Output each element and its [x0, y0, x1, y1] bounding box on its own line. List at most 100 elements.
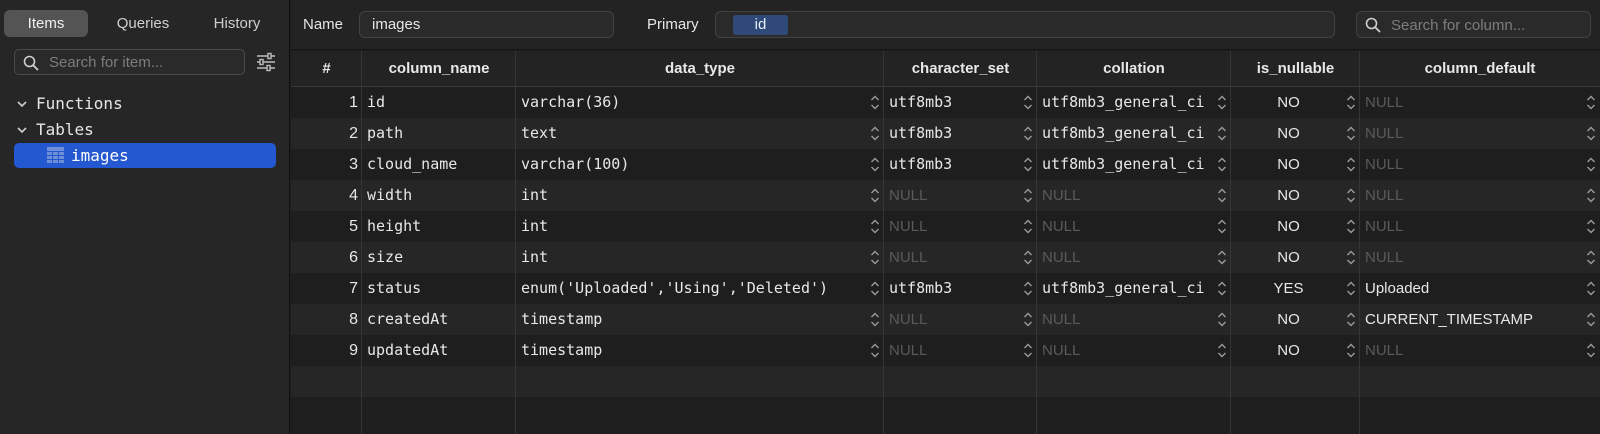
stepper-icon[interactable]	[870, 342, 880, 359]
stepper-icon[interactable]	[1346, 156, 1356, 173]
stepper-icon[interactable]	[1217, 311, 1227, 328]
cell-data-type[interactable]: enum('Uploaded','Using','Deleted')	[521, 273, 867, 304]
stepper-icon[interactable]	[1586, 125, 1596, 142]
cell-column-default[interactable]: NULL	[1365, 87, 1583, 118]
table-row[interactable]: 7 status enum('Uploaded','Using','Deleted'…	[291, 273, 1600, 304]
stepper-icon[interactable]	[870, 187, 880, 204]
stepper-icon[interactable]	[1346, 342, 1356, 359]
cell-column-default[interactable]: NULL	[1365, 242, 1583, 273]
cell-column-default[interactable]: NULL	[1365, 180, 1583, 211]
table-row[interactable]: 6 size int NULL NULL NO NULL	[291, 242, 1600, 273]
primary-key-field[interactable]: id	[715, 11, 1335, 38]
cell-data-type[interactable]: int	[521, 242, 867, 273]
cell-column-name[interactable]: height	[367, 211, 499, 242]
table-row[interactable]: 3 cloud_name varchar(100) utf8mb3 utf8mb3_ge…	[291, 149, 1600, 180]
cell-column-name[interactable]: createdAt	[367, 304, 499, 335]
stepper-icon[interactable]	[1346, 94, 1356, 111]
cell-is-nullable[interactable]: NO	[1231, 87, 1346, 118]
cell-column-default[interactable]: NULL	[1365, 118, 1583, 149]
stepper-icon[interactable]	[870, 94, 880, 111]
tab-queries[interactable]: Queries	[96, 10, 190, 37]
stepper-icon[interactable]	[1586, 218, 1596, 235]
column-header-collation[interactable]: collation	[1037, 51, 1231, 87]
cell-collation[interactable]: NULL	[1042, 304, 1214, 335]
stepper-icon[interactable]	[1023, 249, 1033, 266]
cell-collation[interactable]: utf8mb3_general_ci	[1042, 273, 1214, 304]
column-header-index[interactable]: #	[291, 51, 362, 87]
cell-column-name[interactable]: cloud_name	[367, 149, 499, 180]
tab-history[interactable]: History	[190, 10, 284, 37]
cell-column-default[interactable]: NULL	[1365, 149, 1583, 180]
cell-column-name[interactable]: path	[367, 118, 499, 149]
stepper-icon[interactable]	[870, 311, 880, 328]
stepper-icon[interactable]	[1346, 218, 1356, 235]
tree-item-images[interactable]: images	[14, 143, 276, 168]
cell-is-nullable[interactable]: NO	[1231, 149, 1346, 180]
column-header-column-name[interactable]: column_name	[362, 51, 516, 87]
cell-column-name[interactable]: width	[367, 180, 499, 211]
sliders-icon[interactable]	[256, 52, 276, 72]
cell-column-default[interactable]: NULL	[1365, 211, 1583, 242]
cell-data-type[interactable]: int	[521, 211, 867, 242]
cell-column-name[interactable]: updatedAt	[367, 335, 499, 366]
cell-data-type[interactable]: int	[521, 180, 867, 211]
chevron-down-icon[interactable]	[16, 124, 28, 136]
table-row[interactable]: 4 width int NULL NULL NO NULL	[291, 180, 1600, 211]
stepper-icon[interactable]	[1586, 342, 1596, 359]
stepper-icon[interactable]	[870, 249, 880, 266]
stepper-icon[interactable]	[870, 156, 880, 173]
table-row[interactable]: 2 path text utf8mb3 utf8mb3_general_ci NO NULL	[291, 118, 1600, 149]
stepper-icon[interactable]	[1217, 125, 1227, 142]
cell-character-set[interactable]: utf8mb3	[889, 149, 1020, 180]
cell-character-set[interactable]: utf8mb3	[889, 87, 1020, 118]
cell-is-nullable[interactable]: NO	[1231, 304, 1346, 335]
cell-character-set[interactable]: NULL	[889, 180, 1020, 211]
cell-character-set[interactable]: utf8mb3	[889, 118, 1020, 149]
cell-collation[interactable]: NULL	[1042, 211, 1214, 242]
tree-item-functions[interactable]: Functions	[14, 91, 276, 116]
cell-column-default[interactable]: NULL	[1365, 335, 1583, 366]
stepper-icon[interactable]	[1217, 218, 1227, 235]
cell-is-nullable[interactable]: NO	[1231, 211, 1346, 242]
stepper-icon[interactable]	[1346, 125, 1356, 142]
stepper-icon[interactable]	[1586, 187, 1596, 204]
cell-column-default[interactable]: Uploaded	[1365, 273, 1583, 304]
cell-data-type[interactable]: text	[521, 118, 867, 149]
column-header-column-default[interactable]: column_default	[1360, 51, 1600, 87]
cell-data-type[interactable]: varchar(100)	[521, 149, 867, 180]
column-divider[interactable]	[883, 51, 884, 434]
cell-column-default[interactable]: CURRENT_TIMESTAMP	[1365, 304, 1583, 335]
cell-is-nullable[interactable]: NO	[1231, 335, 1346, 366]
cell-column-name[interactable]: size	[367, 242, 499, 273]
stepper-icon[interactable]	[1346, 187, 1356, 204]
stepper-icon[interactable]	[1217, 187, 1227, 204]
cell-collation[interactable]: NULL	[1042, 335, 1214, 366]
sidebar-search-input[interactable]	[49, 52, 239, 72]
stepper-icon[interactable]	[870, 280, 880, 297]
stepper-icon[interactable]	[870, 218, 880, 235]
cell-character-set[interactable]: NULL	[889, 335, 1020, 366]
table-row[interactable]: 9 updatedAt timestamp NULL NULL NO NULL	[291, 335, 1600, 366]
stepper-icon[interactable]	[1023, 125, 1033, 142]
table-row[interactable]: 8 createdAt timestamp NULL NULL NO CURRENT_TIM…	[291, 304, 1600, 335]
stepper-icon[interactable]	[1023, 342, 1033, 359]
cell-column-name[interactable]: id	[367, 87, 499, 118]
column-divider[interactable]	[1359, 51, 1360, 434]
stepper-icon[interactable]	[1586, 249, 1596, 266]
cell-data-type[interactable]: varchar(36)	[521, 87, 867, 118]
cell-character-set[interactable]: NULL	[889, 211, 1020, 242]
stepper-icon[interactable]	[1217, 156, 1227, 173]
cell-is-nullable[interactable]: NO	[1231, 180, 1346, 211]
tree-item-tables[interactable]: Tables	[14, 117, 276, 142]
stepper-icon[interactable]	[1023, 280, 1033, 297]
cell-collation[interactable]: utf8mb3_general_ci	[1042, 118, 1214, 149]
column-divider[interactable]	[361, 51, 362, 434]
cell-is-nullable[interactable]: NO	[1231, 242, 1346, 273]
cell-collation[interactable]: NULL	[1042, 242, 1214, 273]
stepper-icon[interactable]	[1217, 94, 1227, 111]
table-name-field[interactable]	[359, 11, 614, 38]
column-header-data-type[interactable]: data_type	[516, 51, 884, 87]
column-header-character-set[interactable]: character_set	[884, 51, 1037, 87]
tab-items[interactable]: Items	[4, 10, 88, 37]
cell-character-set[interactable]: NULL	[889, 304, 1020, 335]
